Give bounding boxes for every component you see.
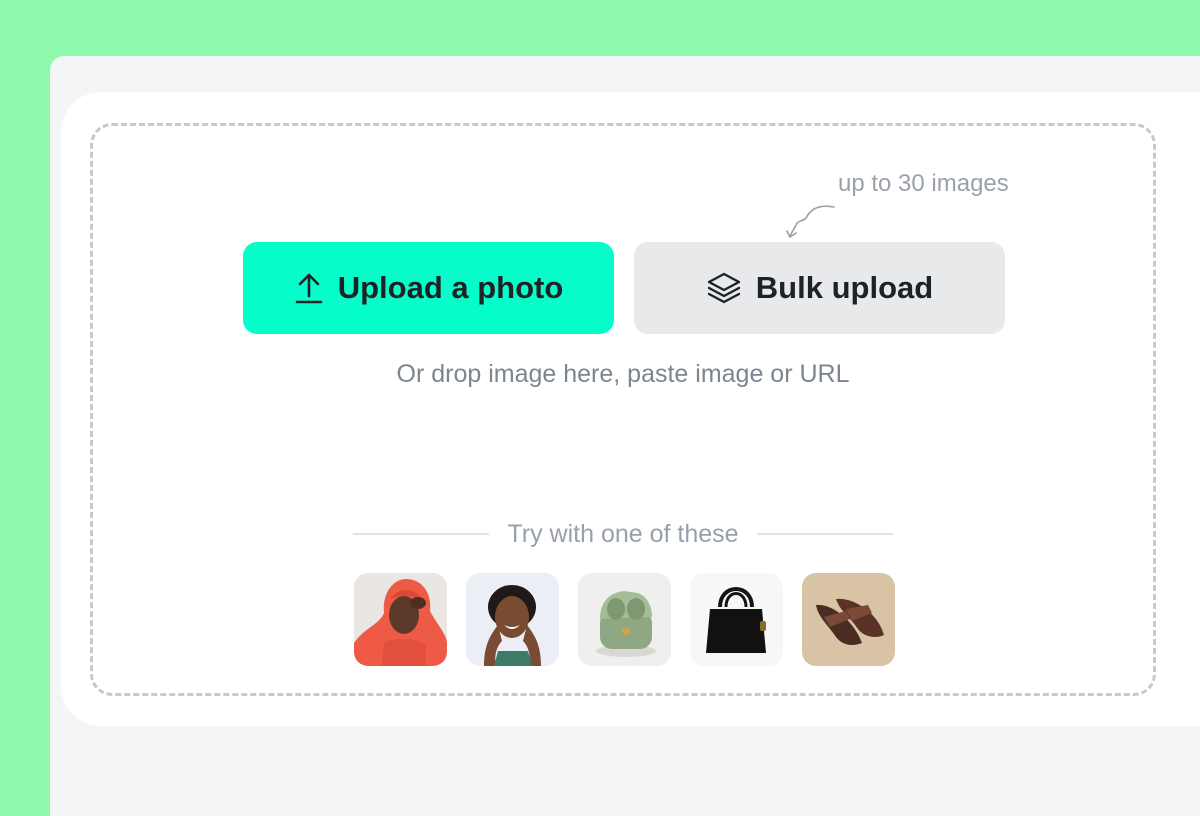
divider-right [756,533,894,535]
divider-left [353,533,490,535]
samples-heading: Try with one of these [507,519,739,548]
sample-thumbnails [354,573,895,666]
laughing-woman-photo[interactable] [466,573,559,666]
drop-instructions: Or drop image here, paste image or URL [396,360,850,388]
upload-photo-label: Upload a photo [337,270,564,305]
upload-arrow-icon [295,273,323,304]
bulk-upload-button[interactable]: Bulk upload [634,242,1005,334]
brown-sandals-photo[interactable] [802,573,895,666]
green-earbuds-case-photo[interactable] [578,573,671,666]
bulk-upload-label: Bulk upload [755,270,934,305]
samples-header: Try with one of these [353,518,894,550]
black-handbag-photo[interactable] [690,573,783,666]
layers-icon [707,272,740,304]
woman-red-hoodie-photo[interactable] [354,573,447,666]
curved-arrow-icon [786,205,835,238]
bulk-upload-hint: up to 30 images [838,170,1009,197]
upload-photo-button[interactable]: Upload a photo [243,242,614,334]
